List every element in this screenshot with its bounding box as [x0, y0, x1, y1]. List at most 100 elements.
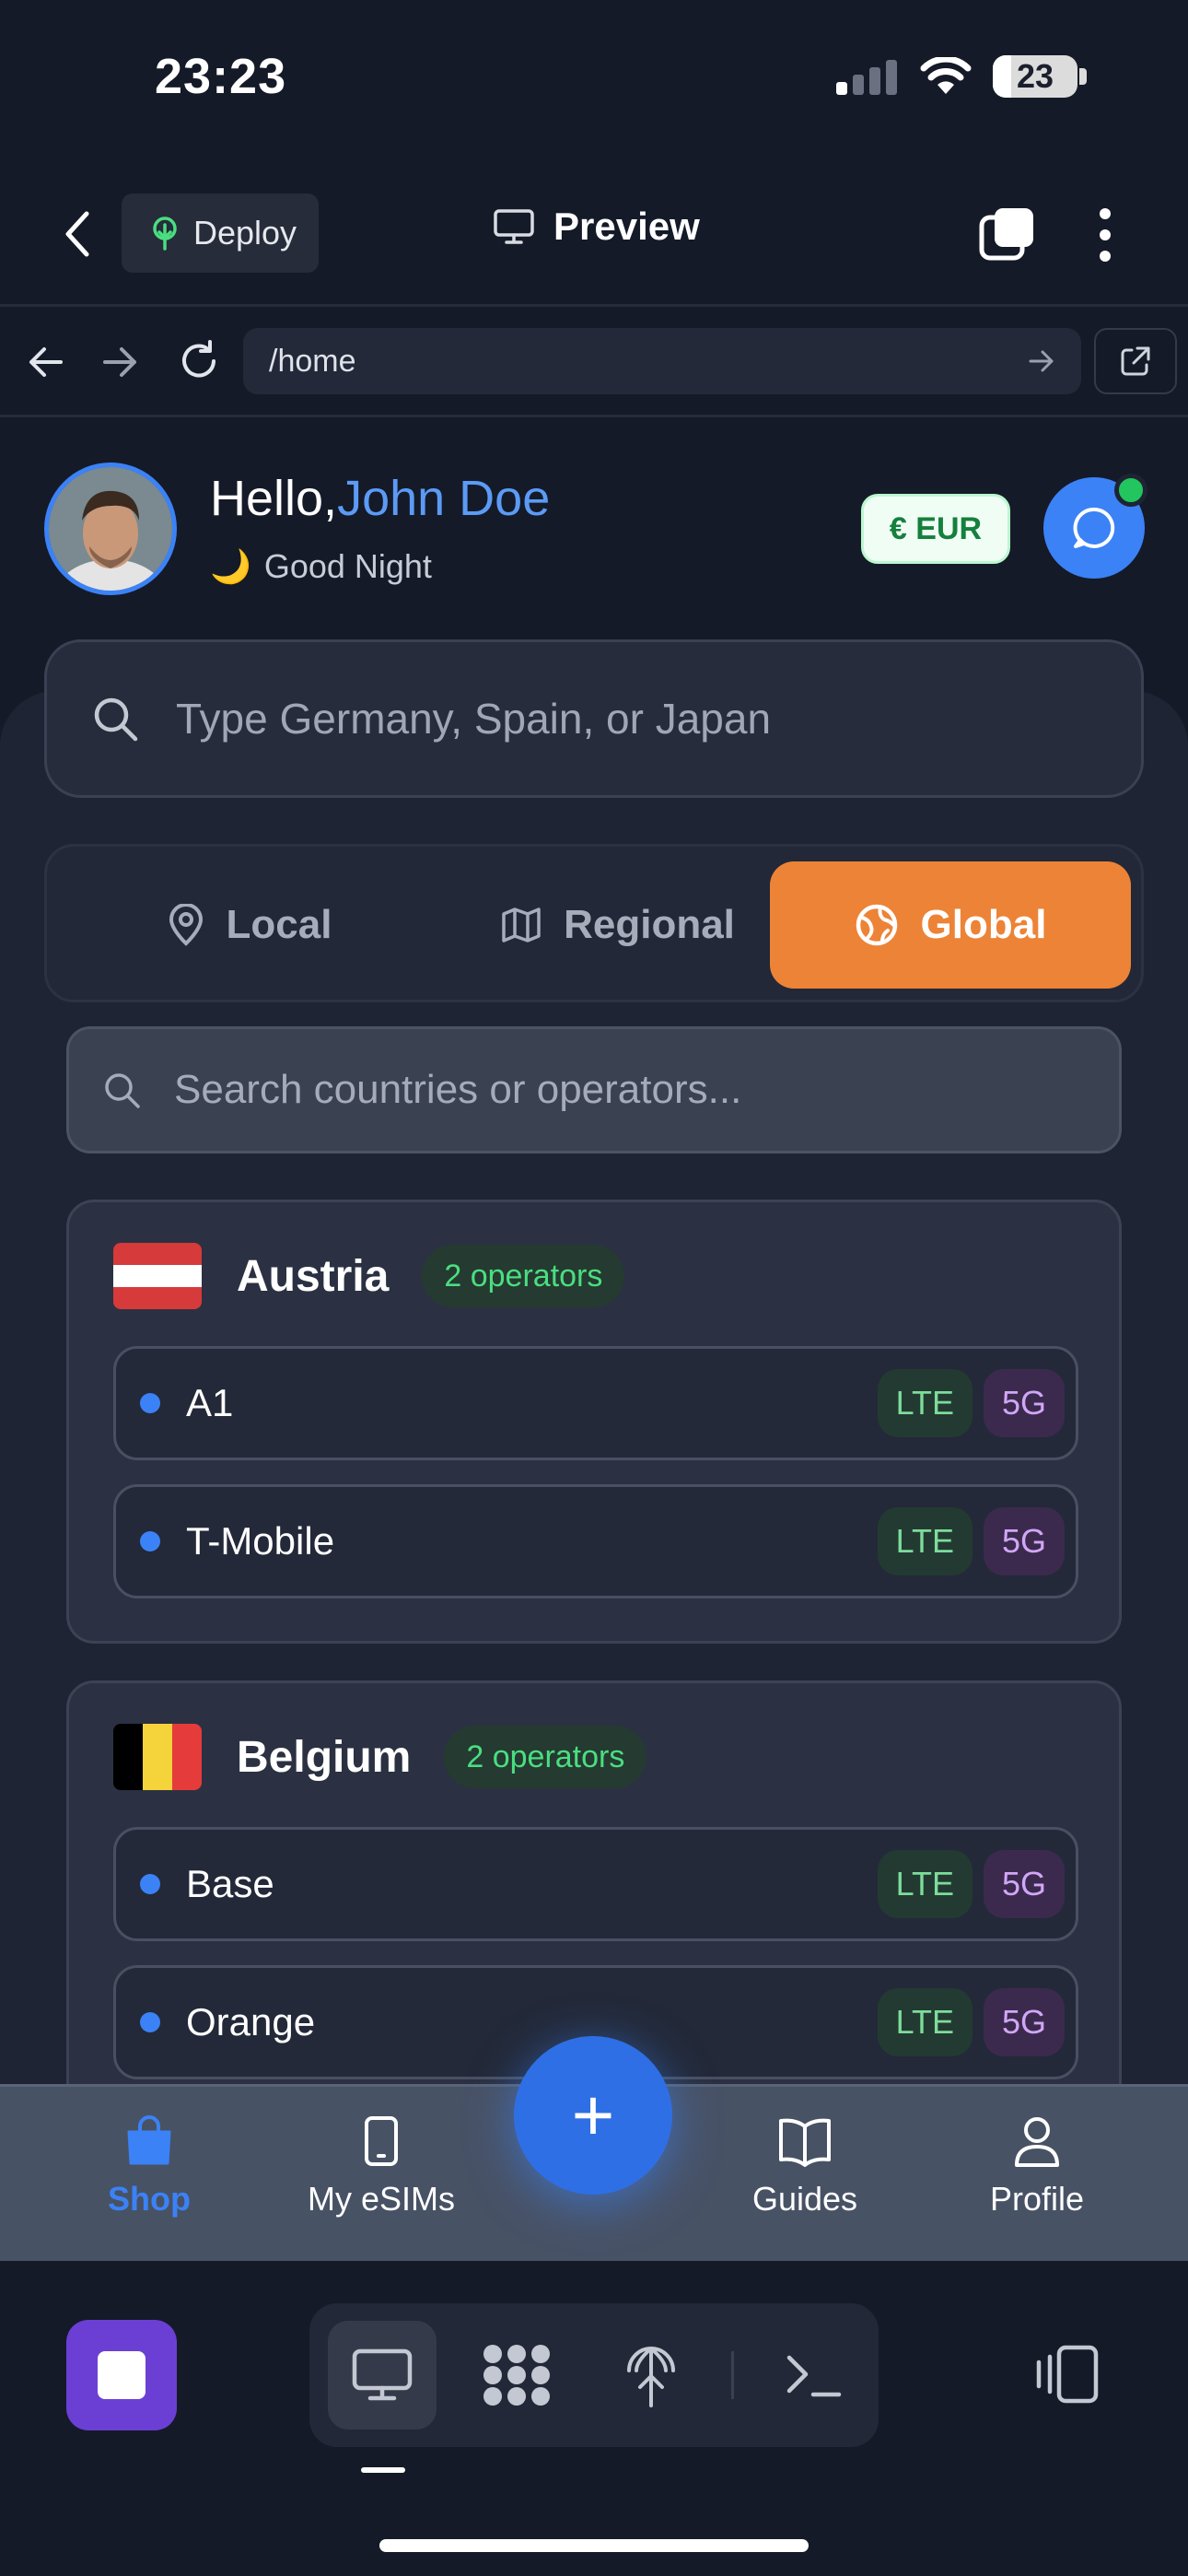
shopping-bag-icon: [127, 2115, 171, 2165]
coverage-tabs: Local Regional Global: [44, 844, 1144, 1002]
5g-tag: 5G: [983, 1850, 1065, 1918]
lte-tag: LTE: [877, 1507, 973, 1575]
header-divider: [0, 304, 1188, 307]
avatar[interactable]: [44, 463, 177, 595]
status-time: 23:23: [155, 49, 287, 104]
url-divider: [0, 415, 1188, 417]
device-rotate-icon[interactable]: [1031, 2344, 1100, 2405]
external-link-icon: [1121, 346, 1150, 376]
stop-button[interactable]: [66, 2320, 177, 2430]
wifi-icon: [920, 57, 972, 94]
nav-profile[interactable]: Profile: [945, 2115, 1129, 2219]
url-text: /home: [269, 343, 356, 379]
lte-tag: LTE: [877, 1850, 973, 1918]
destination-search-placeholder: Type Germany, Spain, or Japan: [176, 695, 772, 743]
good-night-text: Good Night: [263, 547, 432, 585]
preview-label: Preview: [553, 205, 700, 248]
nav-shop[interactable]: Shop: [57, 2115, 241, 2219]
country-card-austria[interactable]: Austria 2 operators A1 LTE 5G T-Mobile L…: [66, 1200, 1122, 1644]
operator-dot: [140, 1531, 160, 1551]
operators-count-badge: 2 operators: [444, 1726, 647, 1788]
url-bar[interactable]: /home: [243, 328, 1081, 394]
monitor-icon: [494, 209, 534, 244]
5g-tag: 5G: [983, 1988, 1065, 2056]
austria-flag-icon: [113, 1243, 202, 1309]
nav-guides[interactable]: Guides: [713, 2115, 897, 2219]
avatar-portrait: [49, 467, 172, 591]
battery-indicator: 23: [993, 55, 1077, 98]
nav-profile-label: Profile: [989, 2180, 1085, 2218]
home-indicator: [379, 2539, 809, 2552]
nav-guides-label: Guides: [751, 2180, 858, 2218]
operator-name: Base: [186, 1862, 274, 1905]
operator-row-a1[interactable]: A1 LTE 5G: [113, 1346, 1078, 1460]
operator-dot: [140, 2012, 160, 2032]
deploy-tool-button[interactable]: [597, 2321, 705, 2430]
tab-global[interactable]: Global: [770, 861, 1131, 989]
user-name: John Doe: [337, 471, 551, 526]
operator-dot: [140, 1393, 160, 1413]
country-header: Belgium 2 operators: [113, 1724, 647, 1790]
5g-tag: 5G: [983, 1369, 1065, 1437]
country-name: Belgium: [237, 1732, 412, 1782]
destination-search-input[interactable]: Type Germany, Spain, or Japan: [44, 639, 1144, 798]
5g-tag: 5G: [983, 1507, 1065, 1575]
online-indicator: [1114, 474, 1147, 507]
deploy-button[interactable]: Deploy: [122, 193, 319, 273]
map-icon: [502, 907, 541, 943]
operator-dot: [140, 1874, 160, 1894]
browser-forward-icon[interactable]: [101, 345, 140, 380]
operator-search-input[interactable]: Search countries or operators...: [66, 1026, 1122, 1153]
preview-tool-button[interactable]: [328, 2321, 437, 2430]
lte-tag: LTE: [877, 1988, 973, 2056]
integrations-tool-button[interactable]: [462, 2321, 571, 2430]
globe-icon: [856, 904, 897, 946]
battery-cap: [1079, 68, 1087, 85]
more-vertical-icon[interactable]: [1092, 206, 1118, 263]
tab-local-label: Local: [226, 902, 332, 947]
tool-group: [309, 2303, 879, 2447]
tab-regional[interactable]: Regional: [443, 861, 793, 989]
open-external-button[interactable]: [1094, 328, 1177, 394]
preview-title[interactable]: Preview: [493, 205, 700, 249]
tool-separator: [731, 2351, 734, 2399]
operator-search-placeholder: Search countries or operators...: [174, 1067, 742, 1112]
search-icon: [94, 697, 138, 742]
grid-dots-icon: [483, 2345, 550, 2406]
greeting-title: Hello,John Doe: [210, 470, 550, 527]
nav-my-esims[interactable]: My eSIMs: [289, 2115, 473, 2219]
moon-icon: 🌙: [210, 547, 251, 585]
terminal-icon: [786, 2355, 842, 2397]
tabs-switcher-icon[interactable]: [978, 205, 1037, 263]
active-tool-indicator: [361, 2467, 405, 2473]
phone-icon: [365, 2116, 398, 2166]
country-header: Austria 2 operators: [113, 1243, 625, 1309]
tab-local[interactable]: Local: [65, 861, 434, 989]
nav-shop-label: Shop: [108, 2180, 191, 2218]
antenna-icon: [627, 2347, 675, 2407]
belgium-flag-icon: [113, 1724, 202, 1790]
operator-name: A1: [186, 1381, 234, 1424]
operator-name: Orange: [186, 2000, 316, 2043]
nav-my-esims-label: My eSIMs: [307, 2180, 455, 2218]
map-pin-icon: [169, 904, 203, 946]
signal-icon: [836, 60, 897, 95]
browser-back-icon[interactable]: [26, 345, 64, 380]
operator-name: T-Mobile: [186, 1519, 335, 1563]
status-indicators: 23: [834, 55, 1087, 98]
operator-row-t-mobile[interactable]: T-Mobile LTE 5G: [113, 1484, 1078, 1598]
back-chevron-icon[interactable]: [61, 210, 94, 258]
user-icon: [1015, 2117, 1059, 2167]
hello-text: Hello,: [210, 471, 338, 526]
deploy-label: Deploy: [193, 214, 297, 252]
chat-icon: [1073, 507, 1115, 548]
operators-count-badge: 2 operators: [422, 1245, 625, 1307]
currency-badge[interactable]: € EUR: [861, 494, 1010, 564]
refresh-icon[interactable]: [177, 339, 221, 383]
country-name: Austria: [237, 1251, 390, 1301]
add-fab-button[interactable]: +: [514, 2036, 672, 2195]
operator-row-base[interactable]: Base LTE 5G: [113, 1827, 1078, 1941]
terminal-tool-button[interactable]: [760, 2321, 868, 2430]
book-icon: [779, 2118, 831, 2167]
go-arrow-icon[interactable]: [1028, 349, 1055, 373]
